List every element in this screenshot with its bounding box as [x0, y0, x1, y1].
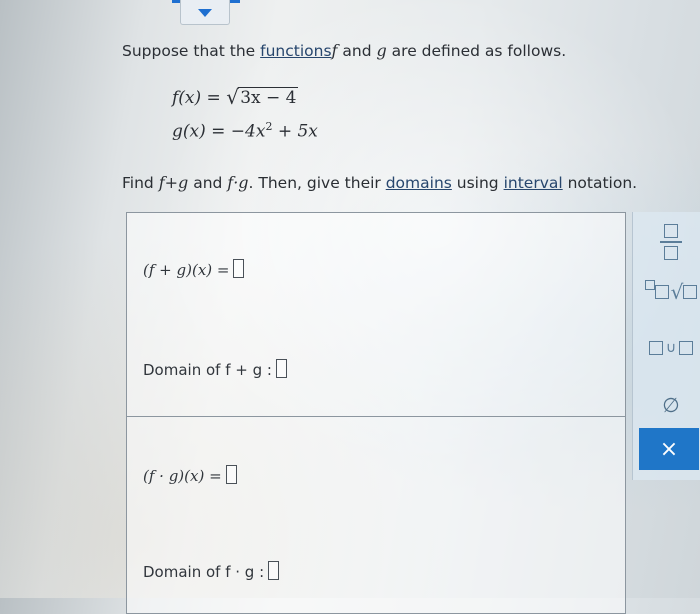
product-domain-input[interactable]	[268, 561, 280, 580]
answer-panel: (f + g)(x) = Domain of f + g : (f · g)(x…	[126, 212, 626, 614]
sum-input[interactable]	[233, 259, 245, 278]
equation-g-rest: + 5x	[272, 121, 318, 142]
task-and: and	[188, 174, 228, 192]
sum-label: (f + g)(x) =	[143, 261, 230, 279]
product-row: (f · g)(x) =	[143, 465, 237, 485]
intro-rest: are defined as follows.	[386, 42, 567, 60]
task-mid: . Then, give their	[248, 174, 386, 192]
union-left-box-icon	[648, 341, 663, 355]
equation-f-lhs: f(x) =	[172, 88, 227, 108]
intro-g: g	[376, 41, 387, 60]
task-using: using	[451, 174, 504, 192]
union-icon: ∪	[665, 340, 677, 356]
sum-domain-row: Domain of f + g :	[143, 359, 287, 379]
sqrt-icon: √	[644, 280, 698, 304]
empty-set-icon: ∅	[662, 393, 680, 417]
panel-divider	[127, 416, 625, 417]
chevron-down-icon	[198, 9, 212, 17]
product-input[interactable]	[225, 465, 237, 484]
task-product: f·g	[227, 173, 249, 192]
union-button[interactable]: ∪	[633, 320, 700, 376]
task-sum: f+g	[158, 173, 189, 192]
product-domain-row: Domain of f · g :	[143, 561, 280, 581]
empty-set-button[interactable]: ∅	[633, 377, 700, 433]
product-domain-label: Domain of f · g :	[143, 563, 265, 581]
union-right-box-icon	[679, 341, 694, 355]
clear-button[interactable]: ×	[639, 428, 699, 470]
radicand: 3x − 4	[238, 87, 299, 108]
task-find: Find	[122, 174, 159, 192]
equation-f: f(x) = √ 3x − 4	[172, 85, 299, 109]
intro-and: and	[337, 42, 377, 60]
fraction-icon	[660, 224, 682, 260]
functions-link[interactable]: functions	[260, 42, 331, 60]
intro-text: Suppose that the	[122, 42, 261, 60]
sum-row: (f + g)(x) =	[143, 259, 245, 279]
domains-link[interactable]: domains	[386, 174, 452, 192]
equation-g: g(x) = −4x2 + 5x	[172, 120, 318, 142]
product-label: (f · g)(x) =	[143, 467, 222, 485]
collapse-tab[interactable]	[180, 0, 230, 25]
sqrt-button[interactable]: √	[633, 264, 700, 320]
task-notation: notation.	[562, 174, 638, 192]
equation-g-lhs: g(x) = −4x	[172, 121, 266, 142]
close-icon: ×	[659, 436, 679, 462]
fraction-button[interactable]	[633, 214, 700, 270]
task-instructions: Find f+g and f·g. Then, give their domai…	[122, 173, 637, 192]
interval-link[interactable]: interval	[504, 174, 563, 192]
sum-domain-input[interactable]	[275, 359, 287, 378]
sum-domain-label: Domain of f + g :	[143, 361, 272, 379]
sqrt-expression: √ 3x − 4	[226, 85, 299, 109]
problem-intro: Suppose that the functionsf and g are de…	[122, 41, 566, 60]
